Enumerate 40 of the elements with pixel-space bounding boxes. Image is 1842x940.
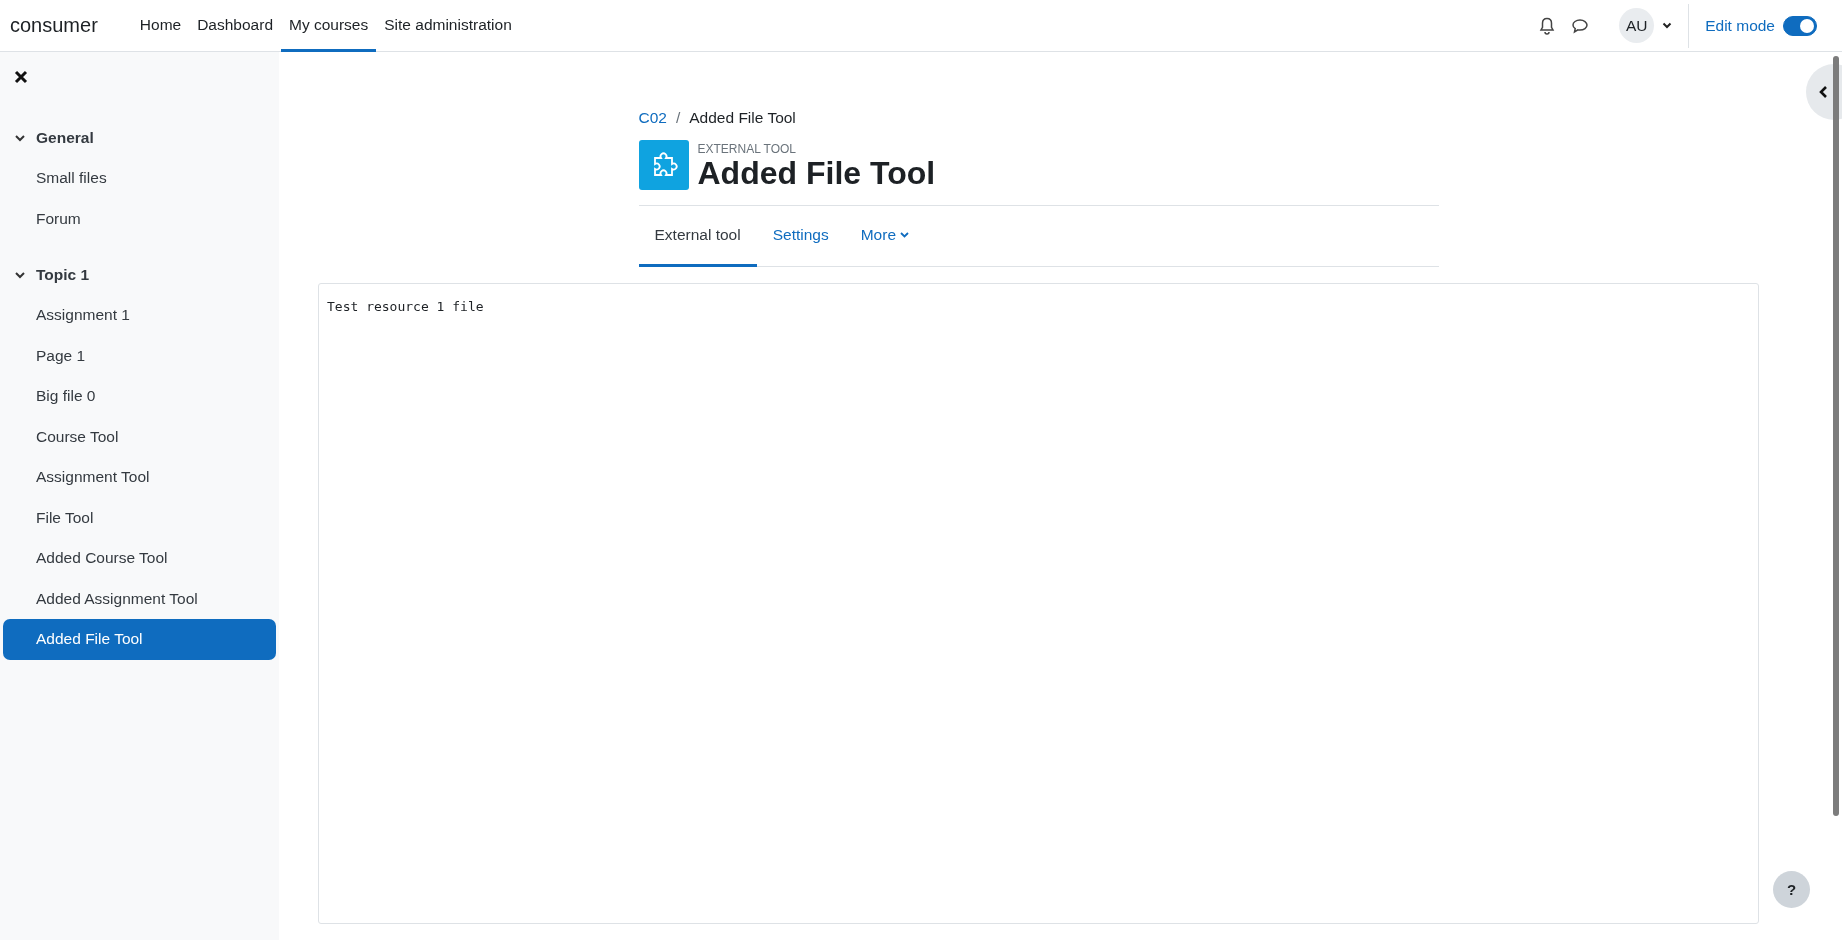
nav-link[interactable]: Site administration — [376, 0, 520, 52]
course-index-item[interactable]: Course Tool — [3, 416, 276, 457]
caret-icon[interactable] — [1662, 22, 1673, 29]
course-index-item[interactable]: Big file 0 — [3, 376, 276, 417]
frame-text: Test resource 1 file — [327, 299, 484, 315]
puzzle-icon — [638, 140, 689, 190]
chat-icon[interactable] — [1571, 17, 1590, 34]
breadcrumb-separator: / — [675, 109, 681, 127]
chevron-icon[interactable] — [14, 271, 26, 279]
breadcrumb-link[interactable]: C02 — [638, 109, 667, 127]
course-index-item[interactable]: Assignment 1 — [3, 295, 276, 336]
close-icon[interactable] — [14, 70, 28, 84]
course-index-item[interactable]: Added File Tool — [3, 619, 276, 660]
nav-link[interactable]: Dashboard — [189, 0, 281, 52]
nav-link[interactable]: My courses — [281, 0, 377, 52]
user-avatar[interactable]: AU — [1619, 8, 1655, 43]
course-index-item[interactable]: Assignment Tool — [3, 457, 276, 498]
tab[interactable]: External tool — [638, 206, 757, 268]
more-menu-tab[interactable]: More — [844, 206, 925, 268]
page-title: Added File Tool — [697, 156, 936, 192]
course-index-item[interactable]: Added Assignment Tool — [3, 578, 276, 619]
breadcrumb-current: Added File Tool — [689, 109, 796, 127]
course-index-item[interactable]: Forum — [3, 198, 276, 239]
help-button[interactable]: ? — [1773, 871, 1810, 908]
bell-icon[interactable] — [1539, 16, 1556, 35]
course-index-item[interactable]: Added Course Tool — [3, 538, 276, 579]
tab[interactable]: Settings — [756, 206, 845, 268]
scrollbar[interactable] — [1833, 56, 1839, 816]
section-title[interactable]: General — [36, 129, 94, 147]
section-title[interactable]: Topic 1 — [36, 266, 90, 284]
nav-link[interactable]: Home — [131, 0, 190, 52]
course-index-item[interactable]: Page 1 — [3, 335, 276, 376]
edit-mode-label: Edit mode — [1705, 16, 1775, 35]
activity-type-label: EXTERNAL TOOL — [697, 142, 797, 156]
edit-mode-toggle[interactable] — [1783, 15, 1817, 36]
chevron-left-icon[interactable] — [1818, 85, 1828, 99]
course-index-item[interactable]: Small files — [3, 158, 276, 199]
site-name[interactable]: consumer — [10, 14, 98, 37]
chevron-icon[interactable] — [14, 134, 26, 142]
course-index-item[interactable]: File Tool — [3, 497, 276, 538]
